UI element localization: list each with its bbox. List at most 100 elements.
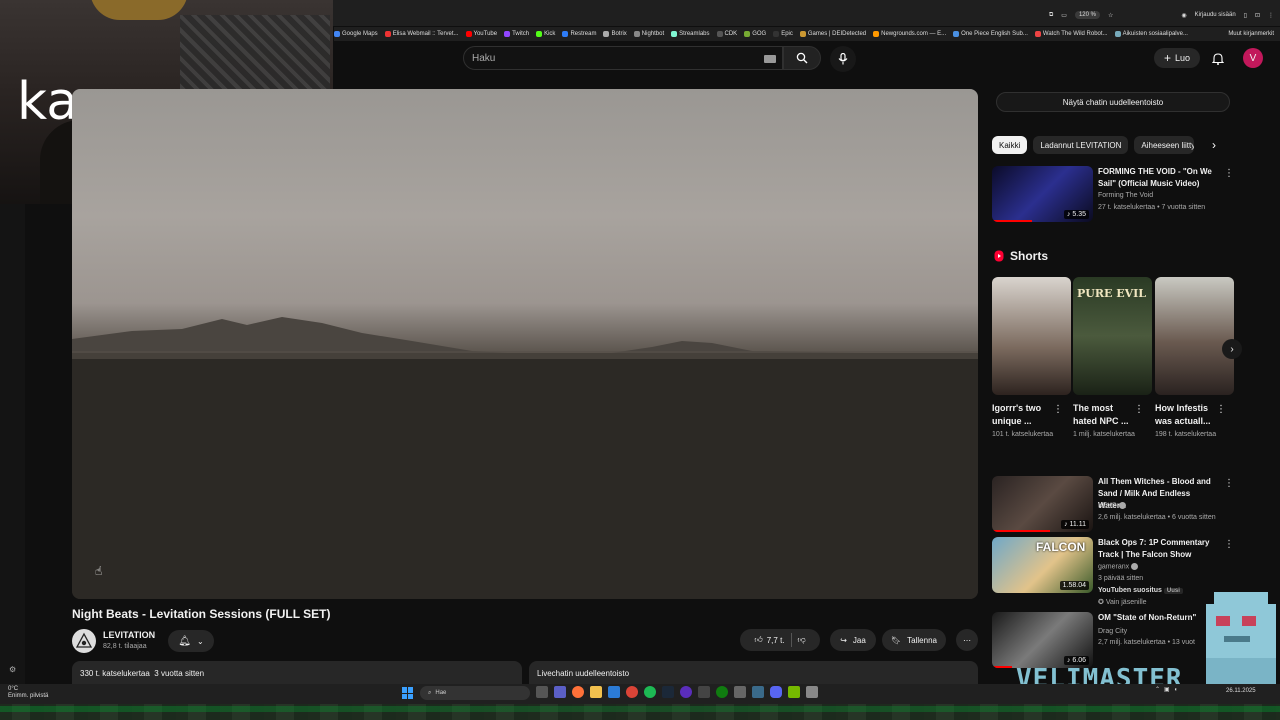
search-button[interactable] [783,46,821,70]
zoom-badge[interactable]: 120 % [1074,11,1100,19]
menu-icon[interactable]: ⋮ [1268,12,1274,19]
bookmark-item[interactable]: Streamlabs [671,31,710,37]
bookmark-item[interactable]: Restream [562,31,596,37]
video-title[interactable]: FORMING THE VOID - "On We Sail" (Officia… [1098,166,1216,190]
bookmark-item[interactable]: Aikuisten sosiaalipalve... [1114,31,1188,37]
short-item[interactable]: How Infestis was actuall... 198 t. katse… [1155,277,1234,441]
chip-uploaded-by[interactable]: Ladannut LEVITATION [1033,136,1129,154]
more-vertical-icon[interactable]: ⋮ [1224,539,1234,550]
share-button[interactable]: ↪ Jaa [830,629,876,651]
voice-search-button[interactable] [830,46,856,72]
bookmark-item[interactable]: One Piece English Sub... [953,31,1028,37]
chrome-icon[interactable] [626,686,638,698]
shorts-next-button[interactable]: › [1222,339,1242,359]
short-item[interactable]: Igorrr's two unique ... 101 t. katseluke… [992,277,1071,441]
bookmark-item[interactable]: Games | DEIDetected [799,31,866,37]
bookmark-item[interactable]: Kick [536,31,555,37]
bookmark-item[interactable]: Newgrounds.com — E... [873,31,946,37]
steam-icon[interactable] [662,686,674,698]
firefox-icon[interactable] [572,686,584,698]
nvidia-icon[interactable] [788,686,800,698]
spotify-icon[interactable] [644,686,656,698]
more-vertical-icon[interactable]: ⋮ [1224,478,1234,489]
screenshot-icon[interactable]: ⧉ [1049,12,1053,19]
channel-name[interactable]: KEXP [1098,502,1126,509]
channel-name[interactable]: LEVITATION [103,630,155,640]
teams-icon[interactable] [554,686,566,698]
keyboard-icon[interactable] [764,55,776,63]
channel-name[interactable]: Drag City [1098,628,1127,635]
short-thumbnail[interactable] [1155,277,1234,395]
channel-name[interactable]: gameranx [1098,563,1139,570]
recommended-video[interactable]: ♪ 5.35 FORMING THE VOID - "On We Sail" (… [992,166,1234,222]
search-box[interactable] [463,46,783,70]
video-title[interactable]: Black Ops 7: 1P Commentary Track | The F… [1098,537,1216,561]
recommended-video[interactable]: ♪ 11.11 All Them Witches - Blood and San… [992,476,1234,532]
xbox-icon[interactable] [716,686,728,698]
bookmark-item[interactable]: YouTube [465,31,497,37]
channel-name[interactable]: Forming The Void [1098,192,1153,199]
bookmark-item[interactable]: CDK [716,31,737,37]
app-icon[interactable] [806,686,818,698]
subscribed-button[interactable]: 🔔︎ ⌄ [168,630,214,652]
notifications-button[interactable] [1208,48,1228,68]
extension-icon[interactable]: ▯ [1244,12,1247,19]
short-thumbnail[interactable]: PURE EVIL [1073,277,1152,395]
channel-avatar[interactable] [72,629,96,653]
search-input[interactable] [464,47,744,69]
short-title[interactable]: The most hated NPC ... [1073,402,1135,428]
pip-icon[interactable]: ⊡ [1255,12,1260,19]
live-chat-replay-panel[interactable]: Livechatin uudelleentoisto [529,661,978,685]
volume-icon[interactable]: ◖ [1174,687,1178,693]
description-box[interactable]: 330 t. katselukertaa 3 vuotta sitten [72,661,522,685]
create-button[interactable]: + Luo [1154,48,1200,68]
chip-related[interactable]: Aiheeseen liitty [1134,136,1195,154]
app-icon[interactable] [734,686,746,698]
discord-icon[interactable] [770,686,782,698]
task-view-icon[interactable] [536,686,548,698]
app-icon[interactable] [752,686,764,698]
more-vertical-icon[interactable]: ⋮ [1134,404,1144,415]
bookmark-item[interactable]: Epic [773,31,793,37]
short-thumbnail[interactable] [992,277,1071,395]
more-vertical-icon[interactable]: ⋮ [1224,168,1234,179]
gear-icon[interactable]: ⚙ [9,665,16,674]
windows-start-button[interactable] [402,687,414,699]
show-chat-replay-button[interactable]: Näytä chatin uudelleentoisto [996,92,1230,112]
taskbar-clock[interactable]: 26.11.2025 [1226,688,1256,695]
chevron-right-icon[interactable]: › [1212,138,1216,152]
bookmark-item[interactable]: Google Maps [334,31,378,37]
profile-icon[interactable]: ◉ [1181,12,1186,19]
bookmark-item[interactable]: Watch The Wild Robot... [1034,31,1108,37]
like-button[interactable]: 👍︎ 7,7 t. [754,635,784,645]
network-icon[interactable]: ▣ [1164,686,1170,693]
short-item[interactable]: PURE EVIL The most hated NPC ... 1 milj.… [1073,277,1152,441]
video-thumbnail[interactable]: ♪ 6.06 [992,612,1093,668]
chip-all[interactable]: Kaikki [992,136,1028,154]
bookmark-item[interactable]: Elisa Webmail :: Tervet... [384,31,459,37]
dislike-button[interactable]: 👎︎ [798,635,806,645]
file-explorer-icon[interactable] [590,686,602,698]
video-thumbnail[interactable]: ♪ 5.35 [992,166,1093,222]
other-bookmarks[interactable]: Muut kirjanmerkit [1228,31,1274,37]
app-icon[interactable] [698,686,710,698]
tab-icon[interactable]: ▭ [1061,12,1067,19]
chevron-up-icon[interactable]: ⌃ [1155,686,1160,693]
video-thumbnail[interactable]: ♪ 11.11 [992,476,1093,532]
more-vertical-icon[interactable]: ⋮ [1216,404,1226,415]
bookmark-item[interactable]: Twitch [504,31,529,37]
weather-widget[interactable]: 0°C Enimm. pilvistä [8,686,48,700]
star-icon[interactable]: ☆ [1108,12,1113,19]
bookmark-item[interactable]: GOG [744,31,766,37]
obs-icon[interactable] [680,686,692,698]
save-button[interactable]: 🔖︎ Tallenna [882,629,946,651]
video-player[interactable] [72,89,978,599]
account-avatar[interactable]: V [1243,48,1263,68]
video-thumbnail[interactable]: FALCON 1.58.04 [992,537,1093,593]
more-actions-button[interactable]: ⋯ [956,629,978,651]
bookmark-item[interactable]: Nightbot [633,31,664,37]
sign-in-link[interactable]: Kirjaudu sisään [1195,12,1236,18]
bookmark-item[interactable]: Botrix [603,31,627,37]
store-icon[interactable] [608,686,620,698]
more-vertical-icon[interactable]: ⋮ [1053,404,1063,415]
